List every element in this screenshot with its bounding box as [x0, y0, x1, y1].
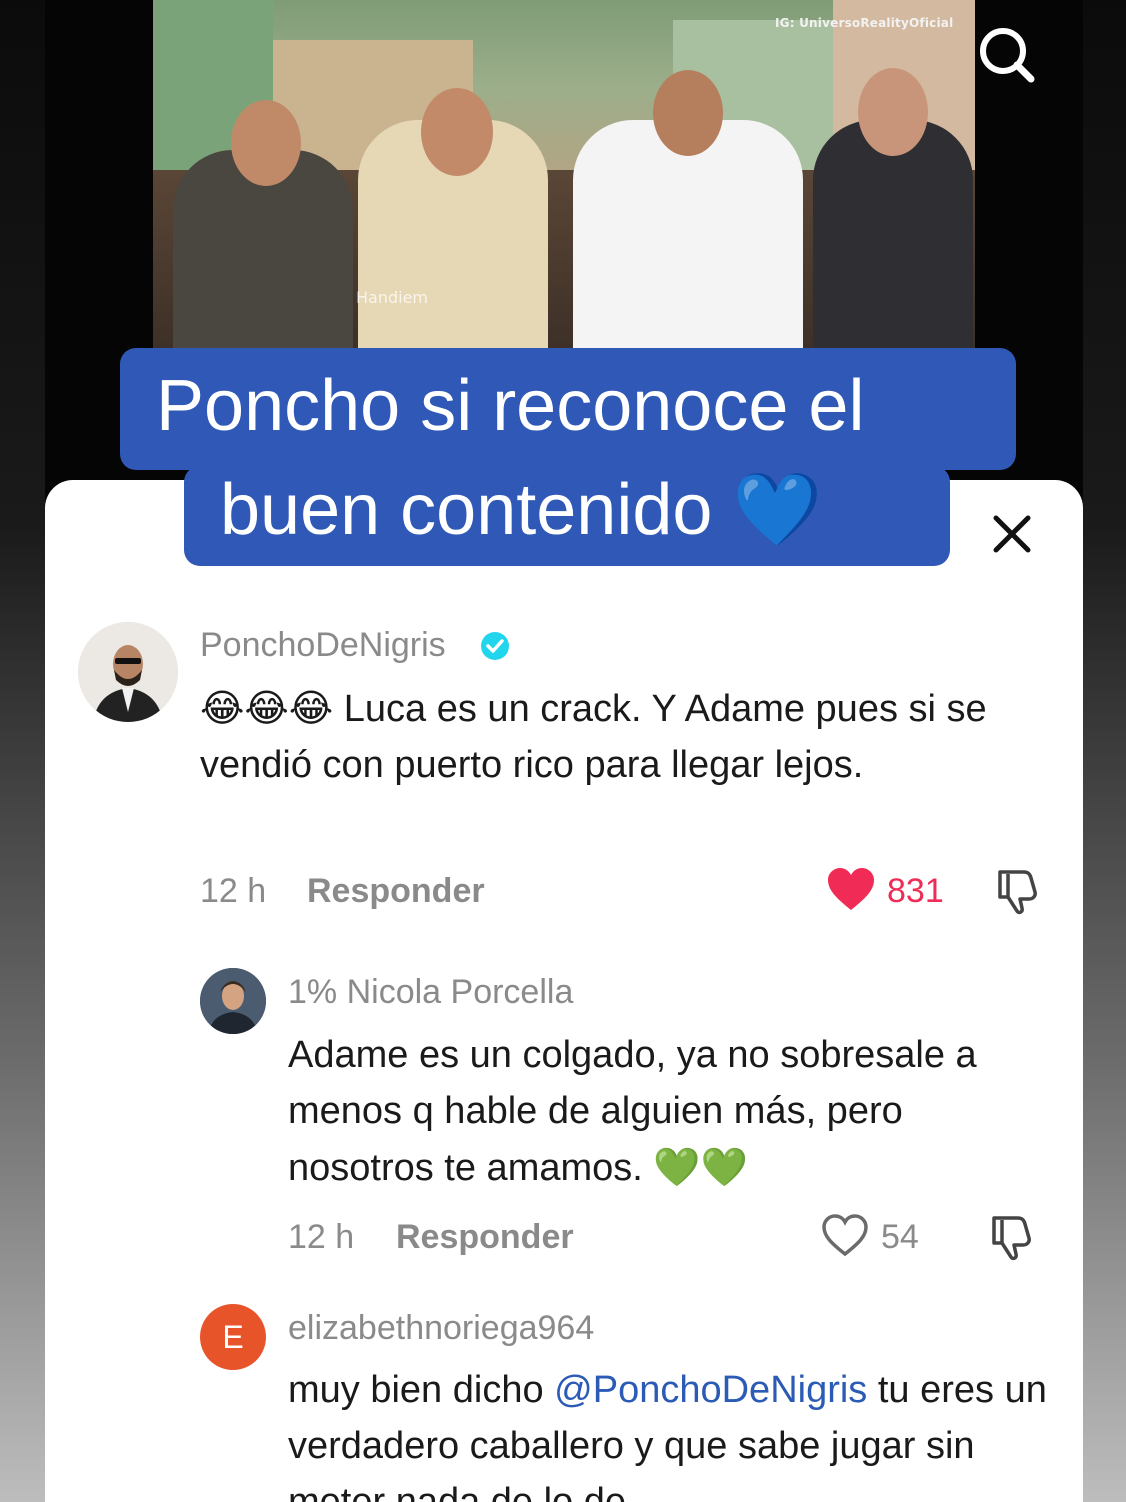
avatar[interactable]	[78, 622, 178, 722]
verified-badge-icon	[480, 631, 510, 666]
comment-emoji: 😂😂😂	[200, 686, 334, 730]
caption-line-1: Poncho si reconoce el	[120, 348, 1016, 470]
comment-username[interactable]: PonchoDeNigris	[200, 626, 446, 665]
avatar[interactable]: E	[200, 1304, 266, 1370]
avatar-letter: E	[222, 1318, 244, 1355]
comment-text: Adame es un colgado, ya no sobresale a m…	[288, 1027, 1048, 1196]
thumbs-down-icon[interactable]	[986, 1212, 1036, 1267]
reply-button[interactable]: Responder	[307, 872, 485, 911]
comment-body: Adame es un colgado, ya no sobresale a m…	[288, 1034, 977, 1189]
mention-link[interactable]: @PonchoDeNigris	[554, 1369, 867, 1411]
comment-username[interactable]: elizabethnoriega964	[288, 1309, 594, 1348]
close-icon[interactable]	[986, 508, 1038, 560]
comment-time: 12 h	[200, 872, 267, 910]
comment-emoji: 💚💚	[653, 1145, 749, 1189]
heart-icon[interactable]	[826, 866, 876, 917]
heart-icon[interactable]	[820, 1212, 870, 1263]
caption-line-2: buen contenido 💙	[184, 466, 950, 566]
reply-button[interactable]: Responder	[396, 1218, 574, 1257]
comment-time: 12 h	[288, 1218, 355, 1256]
like-count: 831	[887, 872, 944, 910]
video-watermark: IG: UniversoRealityOficial	[775, 16, 954, 30]
comment-username[interactable]: 1% Nicola Porcella	[288, 973, 573, 1012]
comment-text: 😂😂😂 Luca es un crack. Y Adame pues si se…	[200, 680, 1040, 793]
comment-text: muy bien dicho @PonchoDeNigris tu eres u…	[288, 1362, 1048, 1502]
like-count: 54	[881, 1218, 919, 1256]
thumbs-down-icon[interactable]	[992, 866, 1042, 921]
video-frame	[153, 0, 975, 350]
comment-body: muy bien dicho	[288, 1369, 555, 1411]
search-icon[interactable]	[975, 25, 1039, 89]
video-overlay-mark: Handiem	[356, 288, 429, 307]
avatar[interactable]	[200, 968, 266, 1034]
